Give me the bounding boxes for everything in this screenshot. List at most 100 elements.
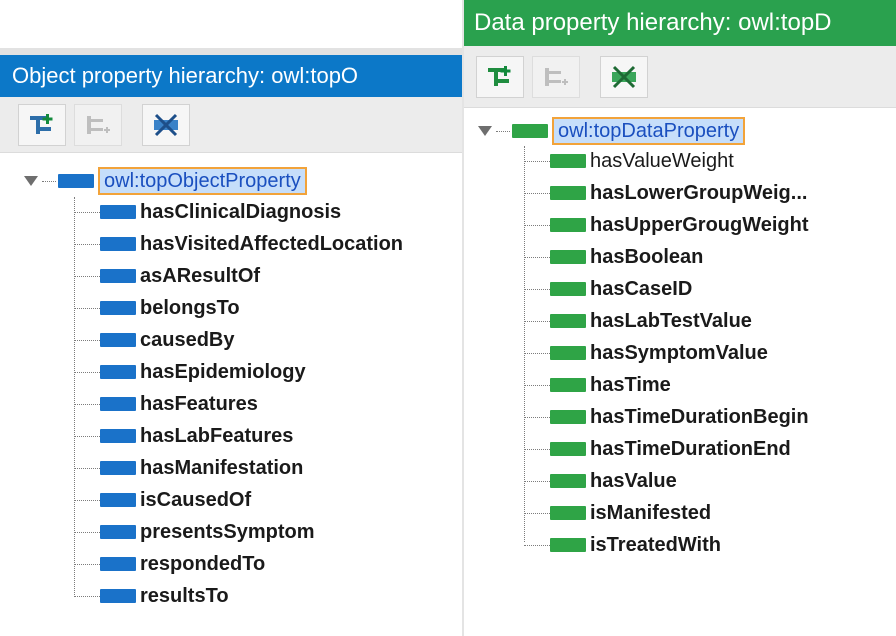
data-property-icon bbox=[550, 282, 586, 296]
add-sibling-property-button[interactable] bbox=[532, 55, 580, 98]
add-sub-property-icon bbox=[488, 65, 511, 86]
property-label: hasManifestation bbox=[140, 456, 304, 479]
object-property-icon bbox=[100, 205, 136, 219]
tree-item[interactable]: hasValueWeight bbox=[524, 146, 734, 176]
root-property-label[interactable]: owl:topDataProperty bbox=[552, 117, 746, 145]
data-property-icon bbox=[550, 538, 586, 552]
object-property-icon bbox=[100, 397, 136, 411]
tree-item[interactable]: hasSymptomValue bbox=[524, 338, 768, 368]
add-sub-property-button[interactable] bbox=[18, 103, 66, 146]
data-property-icon bbox=[550, 506, 586, 520]
tree-connector bbox=[74, 403, 100, 405]
object-property-icon bbox=[100, 269, 136, 283]
tree-item[interactable]: hasBoolean bbox=[524, 242, 703, 272]
property-label: hasBoolean bbox=[590, 245, 704, 268]
object-property-icon bbox=[100, 525, 136, 539]
tree-item[interactable]: hasClinicalDiagnosis bbox=[74, 197, 341, 227]
delete-property-icon bbox=[612, 65, 636, 88]
tree-connector bbox=[524, 352, 550, 354]
collapse-toggle-icon[interactable] bbox=[24, 176, 38, 186]
tree-item[interactable]: hasLabTestValue bbox=[524, 306, 752, 336]
tree-item[interactable]: hasFeatures bbox=[74, 389, 258, 419]
collapse-toggle-icon[interactable] bbox=[478, 126, 492, 136]
delete-property-button[interactable] bbox=[600, 55, 648, 98]
object-property-icon bbox=[100, 493, 136, 507]
tree-item[interactable]: hasValue bbox=[524, 466, 677, 496]
tree-root-row[interactable]: owl:topObjectProperty bbox=[24, 166, 307, 196]
property-label: hasTimeDurationEnd bbox=[590, 437, 791, 460]
tree-connector bbox=[524, 384, 550, 386]
object-property-icon bbox=[100, 461, 136, 475]
tree-connector bbox=[74, 275, 100, 277]
property-label: hasLabFeatures bbox=[140, 424, 294, 447]
data-property-tree: owl:topDataProperty hasValueWeight hasLo… bbox=[464, 108, 896, 636]
tree-connector bbox=[74, 563, 100, 565]
root-property-label[interactable]: owl:topObjectProperty bbox=[98, 167, 307, 195]
tree-connector bbox=[74, 531, 100, 533]
tree-item[interactable]: hasTimeDurationBegin bbox=[524, 402, 809, 432]
tree-item[interactable]: hasVisitedAffectedLocation bbox=[74, 229, 403, 259]
tree-item[interactable]: hasTime bbox=[524, 370, 671, 400]
property-label: hasValue bbox=[590, 469, 677, 492]
object-property-icon bbox=[58, 174, 94, 188]
tree-item[interactable]: resultsTo bbox=[74, 581, 229, 611]
tree-item[interactable]: isTreatedWith bbox=[524, 530, 721, 560]
object-property-icon bbox=[100, 429, 136, 443]
tree-item[interactable]: hasManifestation bbox=[74, 453, 303, 483]
property-label: asAResultOf bbox=[140, 264, 261, 287]
object-panel-toolbar bbox=[0, 97, 462, 153]
property-label: hasTimeDurationBegin bbox=[590, 405, 809, 428]
tree-item[interactable]: isCausedOf bbox=[74, 485, 251, 515]
object-property-icon bbox=[100, 589, 136, 603]
tree-connector bbox=[74, 595, 100, 597]
property-label: isTreatedWith bbox=[590, 533, 721, 556]
tree-item[interactable]: hasUpperGrougWeight bbox=[524, 210, 809, 240]
data-property-icon bbox=[550, 442, 586, 456]
add-sibling-property-button[interactable] bbox=[74, 103, 122, 146]
property-label: hasVisitedAffectedLocation bbox=[140, 232, 404, 255]
data-property-icon bbox=[550, 314, 586, 328]
property-label: respondedTo bbox=[140, 552, 266, 575]
tree-item[interactable]: hasEpidemiology bbox=[74, 357, 306, 387]
panel-spacer bbox=[0, 0, 462, 48]
tree-connector bbox=[524, 224, 550, 226]
object-property-icon bbox=[100, 557, 136, 571]
add-sibling-property-icon bbox=[87, 115, 110, 134]
property-label: hasLowerGroupWeig... bbox=[590, 181, 808, 204]
tree-item[interactable]: hasTimeDurationEnd bbox=[524, 434, 791, 464]
tree-item[interactable]: isManifested bbox=[524, 498, 711, 528]
add-sub-property-button[interactable] bbox=[476, 55, 524, 98]
object-panel-title: Object property hierarchy: owl:topO bbox=[0, 55, 462, 97]
property-label: belongsTo bbox=[140, 296, 240, 319]
tree-item[interactable]: asAResultOf bbox=[74, 261, 260, 291]
object-property-icon bbox=[100, 301, 136, 315]
tree-connector bbox=[524, 256, 550, 258]
data-panel-toolbar bbox=[464, 46, 896, 108]
tree-connector bbox=[524, 544, 550, 546]
tree-connector bbox=[74, 211, 100, 213]
property-label: causedBy bbox=[140, 328, 235, 351]
object-property-icon bbox=[100, 333, 136, 347]
data-property-icon bbox=[512, 124, 548, 138]
data-property-icon bbox=[550, 378, 586, 392]
object-property-tree: owl:topObjectProperty hasClinicalDiagnos… bbox=[0, 153, 462, 636]
tree-item[interactable]: hasLowerGroupWeig... bbox=[524, 178, 807, 208]
tree-connector bbox=[74, 339, 100, 341]
tree-item[interactable]: respondedTo bbox=[74, 549, 265, 579]
tree-item[interactable]: belongsTo bbox=[74, 293, 240, 323]
tree-connector bbox=[74, 243, 100, 245]
tree-connector bbox=[74, 499, 100, 501]
tree-connector bbox=[524, 512, 550, 514]
property-label: resultsTo bbox=[140, 584, 229, 607]
tree-item[interactable]: presentsSymptom bbox=[74, 517, 315, 547]
tree-root-row[interactable]: owl:topDataProperty bbox=[478, 116, 746, 146]
tree-item[interactable]: causedBy bbox=[74, 325, 235, 355]
tree-connector bbox=[74, 307, 100, 309]
tree-item[interactable]: hasCaseID bbox=[524, 274, 692, 304]
tree-item[interactable]: hasLabFeatures bbox=[74, 421, 293, 451]
data-property-icon bbox=[550, 250, 586, 264]
data-property-icon bbox=[550, 218, 586, 232]
data-property-icon bbox=[550, 474, 586, 488]
delete-property-button[interactable] bbox=[142, 103, 190, 146]
data-panel-title: Data property hierarchy: owl:topD bbox=[464, 0, 896, 46]
